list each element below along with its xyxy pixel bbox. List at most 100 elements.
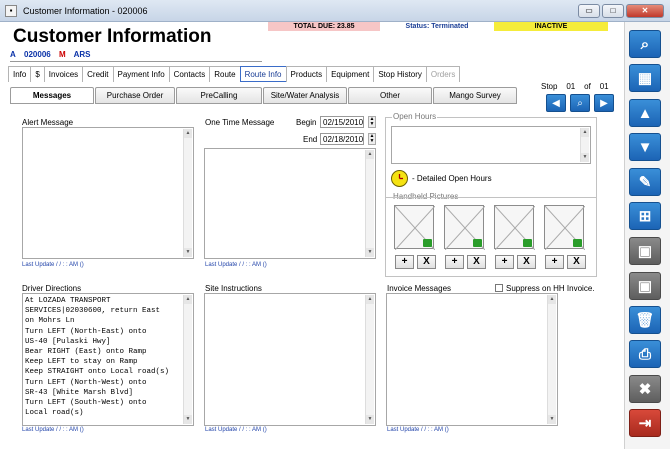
delete-button[interactable]: 🗑 <box>629 306 661 334</box>
picture-slot-3[interactable] <box>494 205 535 250</box>
next-stop-button[interactable]: ▶ <box>594 94 614 112</box>
open-hours-field[interactable]: ▲ ▼ <box>391 126 591 164</box>
pencil-icon: ✎ <box>638 174 652 191</box>
window-title: Customer Information - 020006 <box>23 5 148 16</box>
action-sidebar: ⌕ ▦ ▲ ▼ ✎ ⊞ ▣ ▣ 🗑 ⎙ ✖ ⇥ <box>624 22 670 449</box>
tab-route[interactable]: Route <box>209 66 241 82</box>
lock-icon <box>473 239 482 247</box>
site-last-update: Last Update / / : : AM () <box>205 427 267 433</box>
begin-label: Begin <box>296 118 317 127</box>
exit-icon: ⇥ <box>638 415 652 432</box>
primary-tabs: Info $ Invoices Credit Payment Info Cont… <box>8 66 461 82</box>
arrow-left-icon: ◀ <box>552 97 560 109</box>
arrow-down-icon: ▼ <box>637 138 653 156</box>
one-time-message-field[interactable]: ▲ ▼ <box>204 148 376 259</box>
tab-products[interactable]: Products <box>285 66 328 82</box>
alert-scrollbar[interactable]: ▲ ▼ <box>183 129 192 257</box>
grid-icon: ▦ <box>637 70 653 87</box>
save-button[interactable]: ▣ <box>629 272 661 300</box>
customer-code-line: A 020006 M ARS <box>10 50 262 62</box>
driver-directions-scrollbar[interactable]: ▲ ▼ <box>183 295 192 424</box>
remove-picture-4-button[interactable]: X <box>567 255 586 269</box>
add-picture-1-button[interactable]: + <box>395 255 414 269</box>
add-document-icon: ⊞ <box>638 208 652 225</box>
driver-directions-text: At LOZADA TRANSPORT SERVICES|02030600, r… <box>25 297 170 418</box>
trash-icon: 🗑 <box>635 312 655 329</box>
move-up-button[interactable]: ▲ <box>629 99 661 127</box>
status-badge: Status: Terminated <box>405 23 469 30</box>
print-icon: ⎙ <box>638 345 651 363</box>
end-date-field[interactable]: 02/18/2010 <box>320 133 364 145</box>
tab-equipment[interactable]: Equipment <box>326 66 375 82</box>
stop-counter: Stop 01 of 01 <box>541 82 609 91</box>
tab-mango-survey[interactable]: Mango Survey <box>433 87 517 104</box>
total-due-badge: TOTAL DUE: 23.85 <box>268 22 380 31</box>
move-down-button[interactable]: ▼ <box>629 133 661 161</box>
site-instructions-field[interactable]: ▲ ▼ <box>204 293 376 426</box>
save-icon: ▣ <box>637 278 653 295</box>
tab-orders[interactable]: Orders <box>425 66 461 82</box>
suppress-checkbox[interactable] <box>495 284 503 292</box>
tab-purchase-order[interactable]: Purchase Order <box>95 87 175 104</box>
one-time-scrollbar[interactable]: ▲ ▼ <box>365 150 374 257</box>
site-instructions-label: Site Instructions <box>205 284 262 293</box>
tab-precalling[interactable]: PreCalling <box>176 87 262 104</box>
lock-icon <box>523 239 532 247</box>
remove-picture-3-button[interactable]: X <box>517 255 536 269</box>
picture-slot-2[interactable] <box>444 205 485 250</box>
page-title: Customer Information <box>13 26 212 47</box>
search-button[interactable]: ⌕ <box>629 30 661 58</box>
add-picture-2-button[interactable]: + <box>445 255 464 269</box>
tab-contacts[interactable]: Contacts <box>168 66 211 82</box>
maximize-button[interactable]: □ <box>602 4 624 18</box>
alert-last-update: Last Update / / : : AM () <box>22 262 84 268</box>
remove-picture-2-button[interactable]: X <box>467 255 486 269</box>
tab-credit[interactable]: Credit <box>82 66 114 82</box>
find-stop-button[interactable]: ⌕ <box>570 94 590 112</box>
edit-button[interactable]: ✎ <box>629 168 661 196</box>
cancel-icon: ✖ <box>638 381 652 398</box>
begin-date-spinner[interactable]: ▲ ▼ <box>368 116 376 128</box>
prev-stop-button[interactable]: ◀ <box>546 94 566 112</box>
print-button[interactable]: ⎙ <box>629 340 661 368</box>
customer-type: A <box>10 50 16 59</box>
search-icon: ⌕ <box>577 97 583 109</box>
invoice-messages-scrollbar[interactable]: ▲ ▼ <box>547 295 556 424</box>
picture-slot-1[interactable] <box>394 205 435 250</box>
tab-payment-info[interactable]: Payment Info <box>112 66 170 82</box>
open-hours-scrollbar[interactable]: ▲ ▼ <box>580 128 589 162</box>
suppress-label: Suppress on HH Invoice. <box>506 284 595 293</box>
tab-messages[interactable]: Messages <box>10 87 94 104</box>
close-button[interactable]: ✕ <box>626 4 664 18</box>
exit-button[interactable]: ⇥ <box>629 409 661 437</box>
lock-icon <box>573 239 582 247</box>
save-new-button[interactable]: ▣ <box>629 237 661 265</box>
open-hours-label: Open Hours <box>392 112 438 121</box>
add-record-button[interactable]: ⊞ <box>629 202 661 230</box>
cancel-button[interactable]: ✖ <box>629 375 661 403</box>
invoice-messages-field[interactable]: ▲ ▼ <box>386 293 558 426</box>
tab-stop-history[interactable]: Stop History <box>373 66 427 82</box>
tab-info[interactable]: Info <box>8 66 32 82</box>
picture-slot-4[interactable] <box>544 205 585 250</box>
remove-picture-1-button[interactable]: X <box>417 255 436 269</box>
app-icon[interactable]: ▪ <box>5 4 17 17</box>
tab-other[interactable]: Other <box>348 87 432 104</box>
site-instructions-scrollbar[interactable]: ▲ ▼ <box>365 295 374 424</box>
alert-message-field[interactable]: ▲ ▼ <box>22 127 194 259</box>
main-content: TOTAL DUE: 23.85 Status: Terminated INAC… <box>0 22 624 449</box>
grid-button[interactable]: ▦ <box>629 64 661 92</box>
driver-directions-field[interactable]: At LOZADA TRANSPORT SERVICES|02030600, r… <box>22 293 194 426</box>
clock-icon[interactable] <box>391 170 408 187</box>
begin-date-field[interactable]: 02/15/2010 <box>320 116 364 128</box>
tab-dollar[interactable]: $ <box>30 66 45 82</box>
end-date-spinner[interactable]: ▲ ▼ <box>368 133 376 145</box>
add-picture-3-button[interactable]: + <box>495 255 514 269</box>
add-picture-4-button[interactable]: + <box>545 255 564 269</box>
tab-site-water-analysis[interactable]: Site/Water Analysis <box>263 87 347 104</box>
detailed-open-hours-link[interactable]: - Detailed Open Hours <box>412 174 492 183</box>
invoice-messages-label: Invoice Messages <box>387 284 452 293</box>
tab-invoices[interactable]: Invoices <box>43 66 84 82</box>
minimize-button[interactable]: ▭ <box>578 4 600 18</box>
tab-route-info[interactable]: Route Info <box>239 66 287 82</box>
